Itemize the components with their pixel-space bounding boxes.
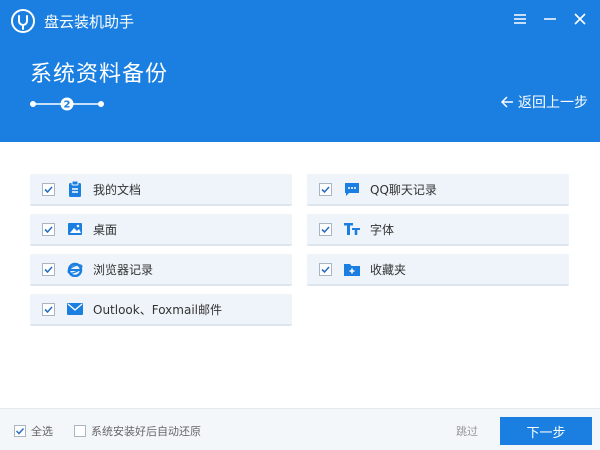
arrow-left-icon	[500, 96, 513, 108]
skip-link[interactable]: 跳过	[456, 423, 478, 439]
page-title: 系统资料备份	[30, 62, 169, 87]
item-label: 桌面	[93, 222, 118, 237]
back-button[interactable]: 返回上一步	[500, 92, 588, 112]
item-label: 字体	[370, 222, 395, 237]
footer-bar: 全选 系统安装好后自动还原 跳过 下一步	[0, 408, 600, 450]
favorites-folder-icon	[344, 261, 360, 277]
item-favorites[interactable]: 收藏夹	[307, 254, 569, 286]
window-controls	[508, 8, 592, 30]
document-icon	[67, 181, 83, 197]
minimize-icon[interactable]	[538, 8, 562, 30]
item-mail[interactable]: Outlook、Foxmail邮件	[30, 294, 292, 326]
item-label: Outlook、Foxmail邮件	[93, 302, 222, 317]
app-title: 盘云装机助手	[44, 13, 135, 31]
backup-items-panel: 我的文档 桌面 浏览器记录 Outlook、Foxmail邮件 QQ聊天记录 字…	[0, 142, 600, 408]
font-icon	[344, 221, 360, 237]
auto-restore-label: 系统安装好后自动还原	[91, 425, 201, 438]
item-browser-history[interactable]: 浏览器记录	[30, 254, 292, 286]
select-all-label: 全选	[31, 425, 53, 438]
item-desktop[interactable]: 桌面	[30, 214, 292, 246]
close-icon[interactable]	[568, 8, 592, 30]
item-label: 浏览器记录	[93, 262, 154, 277]
checkbox-checked-icon[interactable]	[42, 182, 55, 196]
current-step-number: 2	[64, 100, 71, 111]
checkbox-checked-icon[interactable]	[319, 262, 332, 276]
checkbox-checked-icon[interactable]	[319, 182, 332, 196]
checkbox-checked-icon[interactable]	[14, 425, 26, 437]
checkbox-checked-icon[interactable]	[42, 222, 55, 236]
mail-icon	[67, 301, 83, 317]
header-banner: 盘云装机助手 系统资料备份 2 返回上一步	[0, 0, 600, 142]
item-label: 我的文档	[93, 182, 142, 197]
checkbox-checked-icon[interactable]	[42, 302, 55, 316]
ie-browser-icon	[67, 261, 83, 277]
item-fonts[interactable]: 字体	[307, 214, 569, 246]
step-indicator: 2	[30, 97, 104, 111]
item-qq-chat[interactable]: QQ聊天记录	[307, 174, 569, 206]
checkbox-checked-icon[interactable]	[42, 262, 55, 276]
next-step-button[interactable]: 下一步	[500, 417, 592, 445]
back-label: 返回上一步	[518, 95, 588, 111]
checkbox-checked-icon[interactable]	[319, 222, 332, 236]
chat-icon	[344, 181, 360, 197]
desktop-icon	[67, 221, 83, 237]
item-label: QQ聊天记录	[370, 182, 437, 197]
item-my-documents[interactable]: 我的文档	[30, 174, 292, 206]
checkbox-unchecked-icon[interactable]	[74, 425, 86, 437]
auto-restore-checkbox[interactable]: 系统安装好后自动还原	[74, 423, 201, 439]
select-all-checkbox[interactable]: 全选	[14, 423, 53, 439]
menu-icon[interactable]	[508, 8, 532, 30]
app-logo-icon	[11, 9, 35, 33]
item-label: 收藏夹	[370, 262, 407, 277]
